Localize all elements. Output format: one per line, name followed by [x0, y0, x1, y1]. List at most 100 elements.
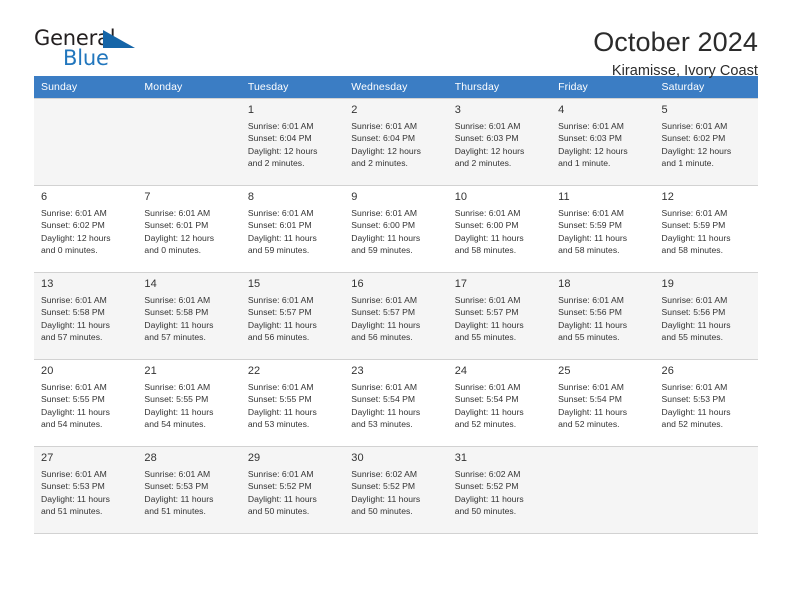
calendar-day-cell[interactable]: 7 Sunrise: 6:01 AM Sunset: 6:01 PM Daylight…	[137, 185, 241, 273]
day-detail-sunset: Sunset: 5:55 PM	[247, 394, 312, 405]
day-details: Sunrise: 6:01 AM Sunset: 6:01 PM Daylight:…	[144, 207, 233, 257]
day-detail-daylight-line1: Daylight: 11 hours	[247, 493, 317, 504]
day-cell-content: 8 Sunrise: 6:01 AM Sunset: 6:01 PM Daylight…	[241, 186, 344, 272]
day-number: 8	[247, 191, 255, 203]
day-detail-daylight-line2: and 52 minutes.	[454, 419, 517, 430]
calendar-day-cell[interactable]: 24 Sunrise: 6:01 AM Sunset: 5:54 PM Dayligh…	[447, 359, 552, 447]
day-detail-sunrise: Sunrise: 6:01 AM	[661, 295, 728, 305]
day-number: 3	[454, 104, 461, 116]
calendar-day-cell[interactable]: 16 Sunrise: 6:01 AM Sunset: 5:57 PM Dayligh…	[344, 272, 448, 360]
calendar-day-cell[interactable]: 6 Sunrise: 6:01 AM Sunset: 6:02 PM Daylight…	[34, 185, 138, 273]
calendar-day-cell[interactable]: 1 Sunrise: 6:01 AM Sunset: 6:04 PM Daylight…	[240, 98, 345, 186]
day-details: Sunrise: 6:01 AM Sunset: 6:04 PM Daylight:…	[248, 120, 337, 170]
day-number: 17	[454, 278, 468, 290]
calendar-day-cell[interactable]: 2 Sunrise: 6:01 AM Sunset: 6:04 PM Daylight…	[344, 98, 448, 186]
calendar-day-cell[interactable]: 14 Sunrise: 6:01 AM Sunset: 5:58 PM Dayligh…	[137, 272, 241, 360]
day-detail-sunrise: Sunrise: 6:01 AM	[558, 295, 624, 305]
day-details: Sunrise: 6:01 AM Sunset: 5:55 PM Daylight:…	[41, 381, 130, 431]
day-detail-sunset: Sunset: 5:58 PM	[41, 307, 105, 318]
calendar-day-cell[interactable]: 28 Sunrise: 6:01 AM Sunset: 5:53 PM Dayligh…	[137, 446, 241, 534]
day-details: Sunrise: 6:01 AM Sunset: 5:52 PM Daylight:…	[248, 468, 337, 518]
calendar-day-cell[interactable]: 9 Sunrise: 6:01 AM Sunset: 6:00 PM Daylight…	[344, 185, 448, 273]
day-detail-daylight-line1: Daylight: 11 hours	[247, 232, 317, 243]
day-detail-daylight-line1: Daylight: 11 hours	[558, 406, 628, 417]
calendar-day-cell[interactable]: 5 Sunrise: 6:01 AM Sunset: 6:02 PM Daylight…	[654, 98, 758, 186]
calendar-day-cell[interactable]: 31 Sunrise: 6:02 AM Sunset: 5:52 PM Dayligh…	[447, 446, 552, 534]
calendar-day-cell[interactable]: 11 Sunrise: 6:01 AM Sunset: 5:59 PM Dayligh…	[551, 185, 655, 273]
day-number: 25	[558, 365, 571, 377]
day-detail-sunset: Sunset: 6:02 PM	[41, 220, 105, 231]
general-blue-logo[interactable]: General Blue	[34, 26, 154, 74]
day-detail-daylight-line2: and 57 minutes.	[41, 332, 103, 343]
calendar-day-cell[interactable]: 18 Sunrise: 6:01 AM Sunset: 5:56 PM Dayligh…	[551, 272, 655, 360]
calendar-day-cell[interactable]: 21 Sunrise: 6:01 AM Sunset: 5:55 PM Dayligh…	[137, 359, 241, 447]
day-detail-sunrise: Sunrise: 6:01 AM	[41, 469, 107, 479]
day-detail-sunset: Sunset: 5:57 PM	[247, 307, 312, 318]
calendar-day-cell[interactable]: 26 Sunrise: 6:01 AM Sunset: 5:53 PM Dayligh…	[654, 359, 758, 447]
calendar-day-cell[interactable]: 13 Sunrise: 6:01 AM Sunset: 5:58 PM Dayligh…	[34, 272, 138, 360]
day-number: 26	[661, 365, 674, 377]
day-number: 18	[558, 278, 571, 290]
day-number: 14	[144, 278, 157, 290]
day-details: Sunrise: 6:01 AM Sunset: 5:58 PM Daylight:…	[41, 294, 130, 344]
day-detail-sunrise: Sunrise: 6:01 AM	[454, 382, 521, 392]
weekday-header-sunday: Sunday	[34, 76, 138, 99]
day-detail-sunrise: Sunrise: 6:01 AM	[454, 121, 521, 131]
day-detail-daylight-line1: Daylight: 11 hours	[661, 319, 731, 330]
calendar-day-cell[interactable]: 15 Sunrise: 6:01 AM Sunset: 5:57 PM Dayligh…	[240, 272, 345, 360]
day-detail-sunrise: Sunrise: 6:01 AM	[558, 382, 624, 392]
day-details: Sunrise: 6:02 AM Sunset: 5:52 PM Daylight:…	[455, 468, 544, 518]
day-detail-daylight-line1: Daylight: 11 hours	[41, 319, 110, 330]
day-detail-daylight-line2: and 1 minute.	[558, 158, 611, 169]
day-detail-sunset: Sunset: 5:57 PM	[351, 307, 416, 318]
day-detail-sunrise: Sunrise: 6:01 AM	[247, 469, 314, 479]
calendar-day-cell[interactable]: 4 Sunrise: 6:01 AM Sunset: 6:03 PM Daylight…	[551, 98, 655, 186]
day-cell-content: 13 Sunrise: 6:01 AM Sunset: 5:58 PM Dayligh…	[34, 273, 137, 359]
day-detail-daylight-line1: Daylight: 11 hours	[351, 319, 421, 330]
day-details: Sunrise: 6:01 AM Sunset: 6:01 PM Daylight:…	[248, 207, 337, 257]
day-number: 5	[661, 104, 668, 116]
day-cell-content: 18 Sunrise: 6:01 AM Sunset: 5:56 PM Dayligh…	[551, 273, 654, 359]
calendar-day-cell[interactable]: 19 Sunrise: 6:01 AM Sunset: 5:56 PM Dayligh…	[654, 272, 758, 360]
day-number: 7	[144, 191, 151, 203]
day-cell-content: 28 Sunrise: 6:01 AM Sunset: 5:53 PM Dayligh…	[137, 447, 240, 533]
calendar-day-cell[interactable]: 20 Sunrise: 6:01 AM Sunset: 5:55 PM Dayligh…	[34, 359, 138, 447]
day-number: 15	[247, 278, 261, 290]
day-detail-sunset: Sunset: 5:53 PM	[144, 481, 209, 492]
day-details: Sunrise: 6:01 AM Sunset: 6:02 PM Daylight:…	[662, 120, 751, 170]
calendar-day-cell[interactable]: 23 Sunrise: 6:01 AM Sunset: 5:54 PM Dayligh…	[344, 359, 448, 447]
calendar-empty-cell	[654, 446, 758, 534]
calendar-day-cell[interactable]: 30 Sunrise: 6:02 AM Sunset: 5:52 PM Dayligh…	[344, 446, 448, 534]
calendar-day-cell[interactable]: 22 Sunrise: 6:01 AM Sunset: 5:55 PM Dayligh…	[240, 359, 345, 447]
day-detail-daylight-line2: and 59 minutes.	[351, 245, 413, 256]
day-cell-content: 7 Sunrise: 6:01 AM Sunset: 6:01 PM Daylight…	[137, 186, 240, 272]
day-detail-daylight-line1: Daylight: 11 hours	[41, 406, 110, 417]
day-detail-daylight-line1: Daylight: 11 hours	[144, 493, 214, 504]
calendar-day-cell[interactable]: 25 Sunrise: 6:01 AM Sunset: 5:54 PM Dayligh…	[551, 359, 655, 447]
calendar-day-cell[interactable]: 17 Sunrise: 6:01 AM Sunset: 5:57 PM Dayligh…	[447, 272, 552, 360]
weekday-header-thursday: Thursday	[447, 76, 552, 99]
weekday-header-friday: Friday	[551, 76, 655, 99]
day-detail-daylight-line2: and 50 minutes.	[247, 506, 310, 517]
day-number: 6	[41, 191, 48, 203]
day-details: Sunrise: 6:01 AM Sunset: 5:58 PM Daylight:…	[144, 294, 233, 344]
day-detail-daylight-line1: Daylight: 11 hours	[144, 406, 214, 417]
calendar-day-cell[interactable]: 27 Sunrise: 6:01 AM Sunset: 5:53 PM Dayligh…	[34, 446, 138, 534]
day-details: Sunrise: 6:01 AM Sunset: 5:59 PM Daylight:…	[662, 207, 751, 257]
weekday-header-saturday: Saturday	[654, 76, 758, 99]
day-detail-daylight-line2: and 57 minutes.	[144, 332, 206, 343]
day-detail-sunrise: Sunrise: 6:01 AM	[454, 295, 521, 305]
day-detail-sunrise: Sunrise: 6:01 AM	[41, 295, 107, 305]
calendar-day-cell[interactable]: 12 Sunrise: 6:01 AM Sunset: 5:59 PM Dayligh…	[654, 185, 758, 273]
day-detail-daylight-line1: Daylight: 11 hours	[351, 406, 421, 417]
day-details: Sunrise: 6:01 AM Sunset: 5:57 PM Daylight:…	[455, 294, 544, 344]
day-cell-content: 20 Sunrise: 6:01 AM Sunset: 5:55 PM Dayligh…	[34, 360, 137, 446]
calendar-day-cell[interactable]: 3 Sunrise: 6:01 AM Sunset: 6:03 PM Daylight…	[447, 98, 552, 186]
calendar-day-cell[interactable]: 8 Sunrise: 6:01 AM Sunset: 6:01 PM Daylight…	[240, 185, 345, 273]
day-detail-sunset: Sunset: 6:01 PM	[144, 220, 209, 231]
day-cell-content: 4 Sunrise: 6:01 AM Sunset: 6:03 PM Daylight…	[551, 99, 654, 185]
day-detail-daylight-line1: Daylight: 12 hours	[41, 232, 111, 243]
day-number: 24	[454, 365, 468, 377]
calendar-day-cell[interactable]: 10 Sunrise: 6:01 AM Sunset: 6:00 PM Dayligh…	[447, 185, 552, 273]
calendar-day-cell[interactable]: 29 Sunrise: 6:01 AM Sunset: 5:52 PM Dayligh…	[240, 446, 345, 534]
